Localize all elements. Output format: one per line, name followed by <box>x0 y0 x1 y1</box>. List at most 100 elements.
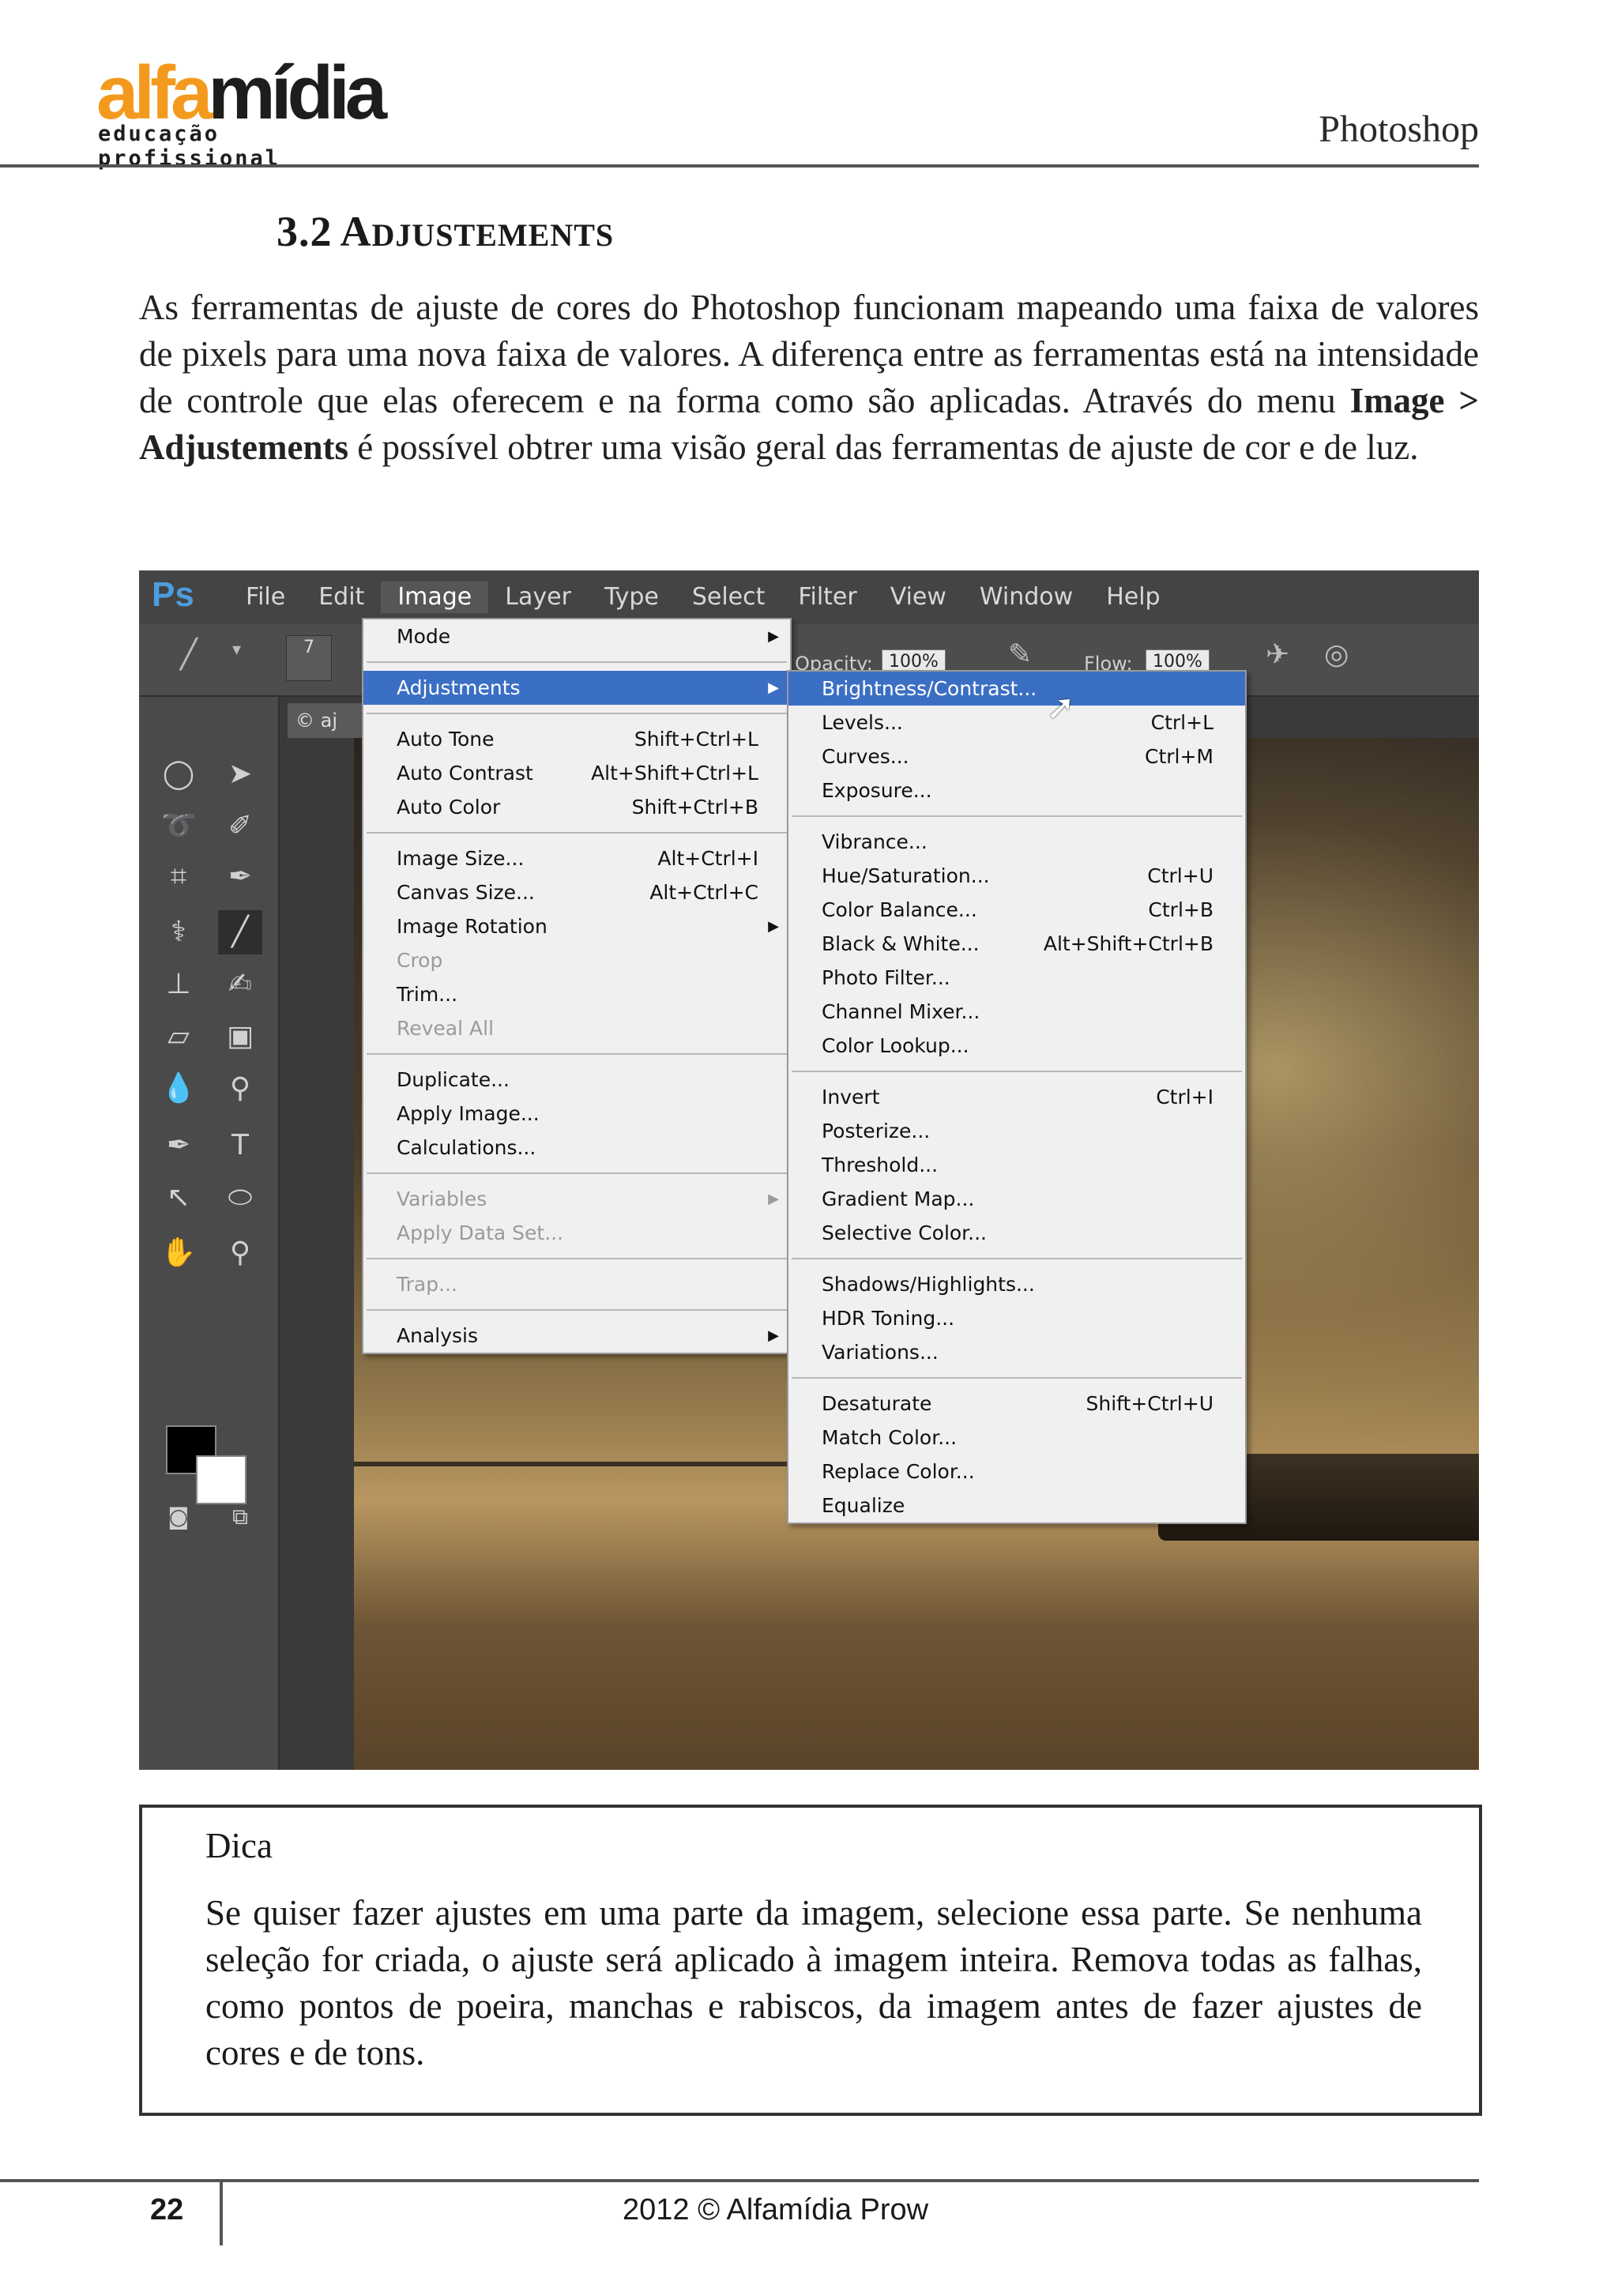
menubar-item-help[interactable]: Help <box>1089 582 1176 613</box>
adjustments-menu-item-equalize[interactable]: Equalize <box>788 1489 1245 1523</box>
menubar-item-select[interactable]: Select <box>675 582 782 613</box>
logo-tagline: educação profissional <box>98 122 281 171</box>
menu-shortcut: Ctrl+U <box>1147 864 1214 887</box>
brush-tool-icon[interactable]: ╱ <box>218 910 262 954</box>
airbrush-icon[interactable]: ✈ <box>1266 638 1289 671</box>
submenu-arrow-icon: ▶ <box>768 1191 779 1207</box>
tip-text: Se quiser fazer ajustes em uma parte da … <box>205 1893 1422 2072</box>
pen-tool-icon[interactable]: ✒ <box>156 1124 201 1168</box>
menubar-item-view[interactable]: View <box>874 582 963 613</box>
airbrush-pressure-icon[interactable]: ✎ <box>1008 638 1032 671</box>
image-menu-item-analysis[interactable]: Analysis ▶ <box>363 1319 790 1353</box>
adjustments-menu-item-levels[interactable]: Levels... Ctrl+L <box>788 706 1245 740</box>
image-menu-item-auto-contrast[interactable]: Auto Contrast Alt+Shift+Ctrl+L <box>363 756 790 790</box>
menubar-item-layer[interactable]: Layer <box>488 582 588 613</box>
adjustments-menu-item-gradient-map[interactable]: Gradient Map... <box>788 1182 1245 1216</box>
image-menu-item-image-rotation[interactable]: Image Rotation ▶ <box>363 909 790 943</box>
quick-mask-icon[interactable]: ◙ <box>156 1495 201 1539</box>
eraser-tool-icon[interactable]: ▱ <box>156 1014 201 1059</box>
image-menu-item-canvas-size[interactable]: Canvas Size... Alt+Ctrl+C <box>363 875 790 909</box>
menubar-item-window[interactable]: Window <box>963 582 1089 613</box>
image-menu-item-calculations[interactable]: Calculations... <box>363 1131 790 1165</box>
image-menu-item-variables: Variables ▶ <box>363 1182 790 1216</box>
submenu-arrow-icon: ▶ <box>768 628 779 645</box>
adjustments-menu-item-match-color[interactable]: Match Color... <box>788 1421 1245 1455</box>
adjustments-menu-item-desaturate[interactable]: Desaturate Shift+Ctrl+U <box>788 1387 1245 1421</box>
adjustments-menu-item-color-balance[interactable]: Color Balance... Ctrl+B <box>788 893 1245 927</box>
menu-separator <box>367 713 787 714</box>
section-title-initial: A <box>340 208 372 255</box>
adjustments-menu-item-channel-mixer[interactable]: Channel Mixer... <box>788 995 1245 1029</box>
ps-toolbox: ◯ ➤ ➰ ✐ ⌗ ✒ ⚕ ╱ ⊥ ✍ ▱ ▣ 💧 ⚲ ✒ T ↖ ⬭ ✋ ⚲ … <box>139 697 280 1770</box>
spot-healing-tool-icon[interactable]: ⚕ <box>156 910 201 954</box>
menubar-item-filter[interactable]: Filter <box>781 582 873 613</box>
adjustments-menu-item-color-lookup[interactable]: Color Lookup... <box>788 1029 1245 1063</box>
screen-mode-icon[interactable]: ⧉ <box>218 1495 262 1539</box>
adjustments-menu-item-hue-saturation[interactable]: Hue/Saturation... Ctrl+U <box>788 859 1245 893</box>
lasso-tool-icon[interactable]: ➰ <box>156 804 201 849</box>
adjustments-menu-item-posterize[interactable]: Posterize... <box>788 1114 1245 1148</box>
adjustments-menu-item-black-white[interactable]: Black & White... Alt+Shift+Ctrl+B <box>788 927 1245 961</box>
menu-separator <box>367 1309 787 1311</box>
clone-stamp-tool-icon[interactable]: ⊥ <box>156 962 201 1007</box>
adjustments-menu-item-vibrance[interactable]: Vibrance... <box>788 825 1245 859</box>
image-menu-item-adjustments[interactable]: Adjustments ▶ <box>363 671 790 705</box>
adjustments-submenu: Brightness/Contrast... Levels... Ctrl+L Cur… <box>787 670 1247 1524</box>
adjustments-menu-item-exposure[interactable]: Exposure... <box>788 773 1245 807</box>
eyedropper-tool-icon[interactable]: ✒ <box>218 855 262 899</box>
gradient-tool-icon[interactable]: ▣ <box>218 1014 262 1059</box>
brush-size-preview[interactable]: 7 <box>286 635 332 681</box>
dodge-tool-icon[interactable]: ⚲ <box>218 1067 262 1111</box>
adjustments-menu-item-brightness-contrast[interactable]: Brightness/Contrast... <box>788 672 1245 706</box>
hand-tool-icon[interactable]: ✋ <box>156 1231 201 1275</box>
crop-tool-icon[interactable]: ⌗ <box>156 855 201 899</box>
move-tool-icon[interactable]: ➤ <box>218 752 262 796</box>
submenu-arrow-icon: ▶ <box>768 679 779 696</box>
menu-shortcut: Alt+Ctrl+I <box>657 847 758 870</box>
adjustments-menu-item-replace-color[interactable]: Replace Color... <box>788 1455 1245 1489</box>
menubar-item-edit[interactable]: Edit <box>302 582 381 613</box>
mouse-cursor-icon: ➚ <box>1046 687 1075 728</box>
image-menu-item-mode[interactable]: Mode ▶ <box>363 619 790 653</box>
tip-title: Dica <box>205 1826 273 1865</box>
ps-menubar-items: File Edit Image Layer Type Select Filter View Wi… <box>229 582 1177 613</box>
menu-shortcut: Ctrl+L <box>1150 711 1214 734</box>
menu-shortcut: Alt+Shift+Ctrl+L <box>591 762 758 785</box>
menubar-item-file[interactable]: File <box>229 582 302 613</box>
menu-shortcut: Alt+Shift+Ctrl+B <box>1043 932 1214 955</box>
history-brush-tool-icon[interactable]: ✍ <box>218 962 262 1007</box>
zoom-tool-icon[interactable]: ⚲ <box>218 1231 262 1275</box>
blur-tool-icon[interactable]: 💧 <box>156 1067 201 1111</box>
adjustments-menu-item-hdr-toning[interactable]: HDR Toning... <box>788 1301 1245 1335</box>
image-menu-item-trim[interactable]: Trim... <box>363 977 790 1011</box>
menu-separator <box>367 832 787 834</box>
quick-selection-tool-icon[interactable]: ✐ <box>218 804 262 849</box>
menu-separator <box>792 1071 1242 1072</box>
brush-icon[interactable]: ╱ <box>180 638 198 671</box>
menubar-item-type[interactable]: Type <box>588 582 675 613</box>
menubar-item-image[interactable]: Image <box>381 582 489 613</box>
adjustments-menu-item-threshold[interactable]: Threshold... <box>788 1148 1245 1182</box>
adjustments-menu-item-variations[interactable]: Variations... <box>788 1335 1245 1369</box>
ps-logo: Ps <box>152 575 194 614</box>
type-tool-icon[interactable]: T <box>218 1124 262 1168</box>
image-menu-item-image-size[interactable]: Image Size... Alt+Ctrl+I <box>363 841 790 875</box>
chevron-down-icon[interactable]: ▾ <box>232 640 241 660</box>
path-selection-tool-icon[interactable]: ↖ <box>156 1176 201 1220</box>
body-paragraph: As ferramentas de ajuste de cores do Pho… <box>139 288 1479 467</box>
submenu-arrow-icon: ▶ <box>768 1327 779 1344</box>
adjustments-menu-item-selective-color[interactable]: Selective Color... <box>788 1216 1245 1250</box>
marquee-tool-icon[interactable]: ◯ <box>156 752 201 796</box>
image-menu-item-apply-data-set: Apply Data Set... <box>397 1221 564 1244</box>
image-menu-item-apply-image[interactable]: Apply Image... <box>363 1097 790 1131</box>
adjustments-menu-item-invert[interactable]: Invert Ctrl+I <box>788 1080 1245 1114</box>
image-menu-item-auto-tone[interactable]: Auto Tone Shift+Ctrl+L <box>363 722 790 756</box>
shape-tool-icon[interactable]: ⬭ <box>218 1176 262 1220</box>
menu-shortcut: Shift+Ctrl+L <box>634 728 758 751</box>
pressure-size-icon[interactable]: ◎ <box>1324 638 1349 671</box>
adjustments-menu-item-curves[interactable]: Curves... Ctrl+M <box>788 740 1245 773</box>
adjustments-menu-item-photo-filter[interactable]: Photo Filter... <box>788 961 1245 995</box>
image-menu-item-duplicate[interactable]: Duplicate... <box>363 1063 790 1097</box>
adjustments-menu-item-shadows-highlights[interactable]: Shadows/Highlights... <box>788 1267 1245 1301</box>
image-menu-item-auto-color[interactable]: Auto Color Shift+Ctrl+B <box>363 790 790 824</box>
